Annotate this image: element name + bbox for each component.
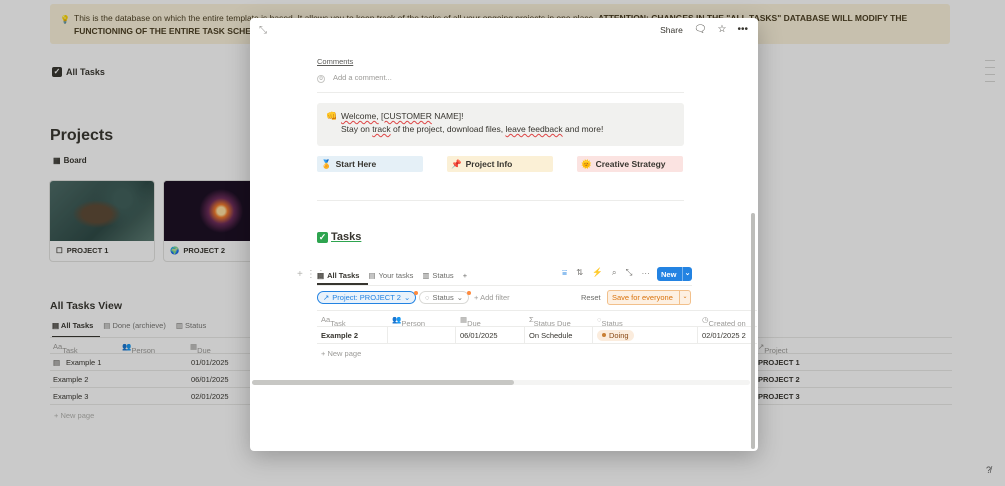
filter-label: Status [432,293,454,302]
more-icon[interactable]: ··· [641,268,650,278]
more-icon[interactable]: ••• [737,24,748,35]
comment-icon[interactable]: 🗨 [694,24,707,35]
sort-icon[interactable]: ⇅ [576,267,583,278]
comment-row[interactable]: o Add a comment... [317,73,684,93]
filter-dot [467,291,472,295]
status-icon: ◌ [425,293,430,302]
new-page-button[interactable]: + New page [321,349,361,358]
page-peek-modal: ⤡ Share 🗨 ☆ ••• Comments o Add a comment… [250,18,758,451]
view-tools: ⩸ ⇅ ⚡ ⌕ ⤡ ··· [562,267,650,278]
avatar: o [317,75,325,83]
cell-divider [524,327,525,344]
welcome-text-end: NAME]! [434,111,464,121]
chevron-down-icon: ⌄ [403,293,411,302]
board-icon: ▥ [422,270,430,280]
welcome-line2: Stay on [341,124,370,134]
task-cell[interactable]: Example 2 [321,331,358,340]
welcome-text: Welcome, [341,111,379,121]
table-icon: ▤ [317,270,325,280]
cell-divider [592,327,593,344]
add-block-icon[interactable]: + [297,269,303,280]
project-info-button[interactable]: 📌 Project Info [447,156,553,172]
chevron-down-icon: ⌄ [456,293,464,302]
check-mark-icon: ✓ [317,231,328,243]
filter-row: ↗ Project: PROJECT 2 ⌄ ◌ Status ⌄ + Add filt… [317,290,697,305]
column-header[interactable]: ◌ Status [597,315,623,328]
add-filter-label: Add filter [480,293,510,302]
tasks-heading-label: Tasks [331,231,362,243]
welcome-track: track [372,124,391,134]
fist-icon: 👊 [326,111,338,121]
view-tabs: ▤ All Tasks ▤ Your tasks ▥ Status + [317,266,467,284]
star-icon[interactable]: ☆ [718,24,727,35]
new-button[interactable]: New ⌄ [657,267,692,281]
reset-button[interactable]: Reset [581,293,601,302]
search-icon[interactable]: ⌕ [612,267,617,278]
status-due-cell[interactable]: On Schedule [529,331,572,340]
column-header[interactable]: 👥 Person [392,315,425,328]
tab-your-tasks[interactable]: ▤ Your tasks [368,271,413,280]
button-label: Creative Strategy [595,159,666,169]
column-header[interactable]: ◷ Created on [702,315,746,328]
relation-icon: ↗ [323,293,330,302]
button-label: Project Info [465,159,513,169]
chevron-down-icon[interactable]: ⌄ [682,267,692,281]
welcome-line2-mid: of the project, download files, [393,124,504,134]
created-on-cell[interactable]: 02/01/2025 2 [702,331,746,340]
filter-dot [414,291,419,295]
scrollbar-thumb[interactable] [252,380,514,385]
add-filter-button[interactable]: + Add filter [474,293,510,302]
tab-all-tasks[interactable]: ▤ All Tasks [317,271,359,280]
table-row[interactable]: Example 2 06/01/2025 On Schedule Doing 0… [317,327,757,344]
vertical-scrollbar[interactable] [751,213,755,449]
tab-status[interactable]: ▥ Status [422,271,453,280]
column-header[interactable]: Aa Task [321,315,346,328]
add-view-icon[interactable]: + [463,271,467,280]
share-button[interactable]: Share [660,25,683,35]
filter-label: Project: PROJECT 2 [332,293,401,302]
horizontal-scrollbar[interactable] [252,380,750,385]
status-filter-chip[interactable]: ◌ Status ⌄ [419,291,472,304]
medal-icon: 🏅 [321,158,332,169]
project-filter-chip[interactable]: ↗ Project: PROJECT 2 ⌄ [317,291,419,304]
new-button-label: New [661,269,677,279]
table-header: Aa Task 👥 Person ▦ Due Σ Status Due ◌ St… [317,310,757,328]
cell-divider [697,327,698,344]
button-label: Start Here [335,159,377,169]
cell-divider [455,327,456,344]
pin-icon: 📌 [451,158,462,169]
sun-icon: 🌞 [581,158,592,169]
save-label: Save for everyone [612,293,673,302]
welcome-callout: 👊 Welcome, [CUSTOMER NAME]! Stay on trac… [317,103,684,146]
comment-input[interactable]: Add a comment... [333,73,392,92]
quick-buttons: 🏅 Start Here 📌 Project Info 🌞 Creative Stra… [317,156,684,172]
column-header[interactable]: Σ Status Due [529,315,571,328]
divider [317,285,692,286]
welcome-feedback: leave feedback [505,124,563,134]
tasks-heading: ✓ Tasks [317,231,361,243]
due-cell[interactable]: 06/01/2025 [460,331,498,340]
creative-strategy-button[interactable]: 🌞 Creative Strategy [577,156,683,172]
filter-icon[interactable]: ⩸ [562,267,567,278]
status-badge[interactable]: Doing [597,330,634,341]
modal-toolbar: Share 🗨 ☆ ••• [660,24,748,35]
collapse-icon[interactable]: ⤡ [626,267,633,278]
expand-icon[interactable]: ⤡ [259,25,267,36]
cell-divider [387,327,388,344]
automation-icon[interactable]: ⚡ [592,267,603,278]
save-for-everyone-button[interactable]: Save for everyone ⌄ [607,290,691,305]
chevron-down-icon[interactable]: ⌄ [679,291,690,304]
welcome-line2-end: and more! [565,124,604,134]
divider [317,200,684,201]
welcome-name: [CUSTOMER [381,111,432,121]
comments-label: Comments [317,57,354,66]
new-page-label: New page [327,349,362,358]
tab-label: All Tasks [327,270,360,280]
table-icon: ▤ [368,270,376,280]
column-header[interactable]: ▦ Due [460,315,481,328]
tab-label: Status [432,270,454,280]
tab-label: Your tasks [378,270,414,280]
start-here-button[interactable]: 🏅 Start Here [317,156,423,172]
